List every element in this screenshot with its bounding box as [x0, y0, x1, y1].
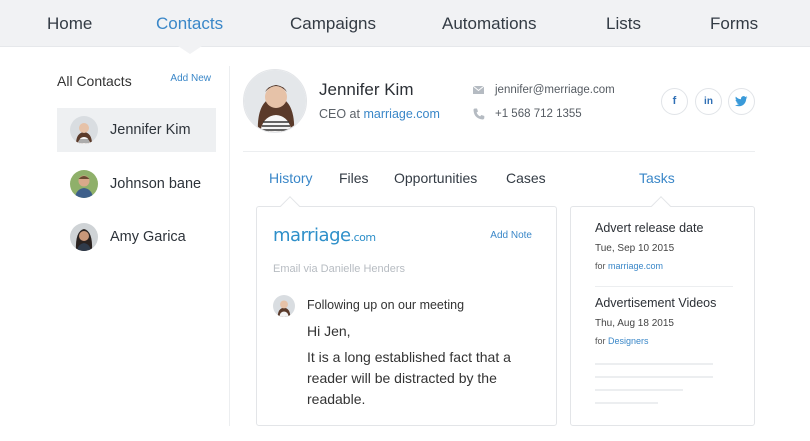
placeholder-line	[595, 402, 658, 404]
tasks-card: Advert release date Tue, Sep 10 2015 for…	[570, 196, 755, 426]
avatar	[273, 295, 295, 317]
nav-tab-contacts[interactable]: Contacts	[156, 14, 223, 34]
nav-tab-automations[interactable]: Automations	[442, 14, 537, 34]
top-navigation: Home Contacts Campaigns Automations List…	[0, 0, 810, 47]
contacts-sidebar: All Contacts Add New Jennifer Kim Johnso…	[57, 70, 217, 430]
facebook-icon[interactable]: f	[661, 88, 688, 115]
task-for: for Designers	[595, 336, 649, 346]
contact-name: Amy Garica	[110, 229, 186, 245]
profile-role: CEO at marriage.com	[319, 107, 440, 121]
placeholder-line	[595, 389, 683, 391]
profile-avatar	[243, 69, 307, 133]
task-for-link[interactable]: marriage.com	[608, 261, 663, 271]
nav-tab-campaigns[interactable]: Campaigns	[290, 14, 376, 34]
tab-cases[interactable]: Cases	[506, 170, 546, 186]
task-for-prefix: for	[595, 261, 606, 271]
profile-divider	[243, 151, 755, 152]
task-for-link[interactable]: Designers	[608, 336, 649, 346]
add-note-link[interactable]: Add Note	[490, 230, 532, 241]
profile-phone[interactable]: +1 568 712 1355	[495, 108, 582, 120]
nav-tab-home[interactable]: Home	[47, 14, 92, 34]
logo-suffix: .com	[350, 231, 377, 244]
role-prefix: CEO at	[319, 107, 360, 121]
avatar	[70, 170, 98, 198]
card-pointer	[651, 196, 671, 216]
sidebar-divider	[229, 66, 230, 426]
phone-icon	[472, 107, 486, 121]
message-subject: Following up on our meeting	[307, 298, 465, 312]
tab-tasks[interactable]: Tasks	[639, 170, 675, 186]
company-link[interactable]: marriage.com	[363, 107, 439, 121]
profile-name: Jennifer Kim	[319, 80, 414, 99]
task-title: Advertisement Videos	[595, 296, 717, 310]
nav-tab-lists[interactable]: Lists	[606, 14, 641, 34]
placeholder-line	[595, 363, 713, 365]
email-via-label: Email via Danielle Henders	[273, 263, 406, 275]
contact-item-amy-garica[interactable]: Amy Garica	[57, 215, 216, 259]
task-date: Thu, Aug 18 2015	[595, 318, 674, 329]
contact-item-johnson-bane[interactable]: Johnson bane	[57, 162, 216, 206]
history-card: marriage.com Add Note Email via Danielle…	[256, 196, 557, 426]
company-logo: marriage.com	[273, 225, 376, 246]
tab-history[interactable]: History	[269, 170, 313, 186]
linkedin-icon[interactable]: in	[695, 88, 722, 115]
card-pointer	[280, 196, 300, 216]
contact-name: Johnson bane	[110, 176, 202, 192]
tab-opportunities[interactable]: Opportunities	[394, 170, 477, 186]
logo-text: marriage	[273, 225, 351, 246]
all-contacts-heading: All Contacts	[57, 73, 132, 89]
add-new-link[interactable]: Add New	[170, 73, 211, 84]
message-greeting: Hi Jen,	[307, 323, 351, 339]
task-for-prefix: for	[595, 336, 606, 346]
mail-icon	[472, 83, 486, 97]
task-date: Tue, Sep 10 2015	[595, 243, 675, 254]
twitter-icon[interactable]	[728, 88, 755, 115]
profile-email[interactable]: jennifer@merriage.com	[495, 84, 615, 96]
active-tab-pointer	[178, 46, 202, 54]
message-body: It is a long established fact that a rea…	[307, 349, 511, 407]
task-title: Advert release date	[595, 221, 704, 235]
tab-files[interactable]: Files	[339, 170, 369, 186]
task-for: for marriage.com	[595, 261, 663, 271]
task-divider	[595, 286, 733, 287]
contact-name: Jennifer Kim	[110, 122, 191, 138]
placeholder-line	[595, 376, 713, 378]
avatar	[70, 116, 98, 144]
avatar	[70, 223, 98, 251]
contact-item-jennifer-kim[interactable]: Jennifer Kim	[57, 108, 216, 152]
nav-tab-forms[interactable]: Forms	[710, 14, 758, 34]
